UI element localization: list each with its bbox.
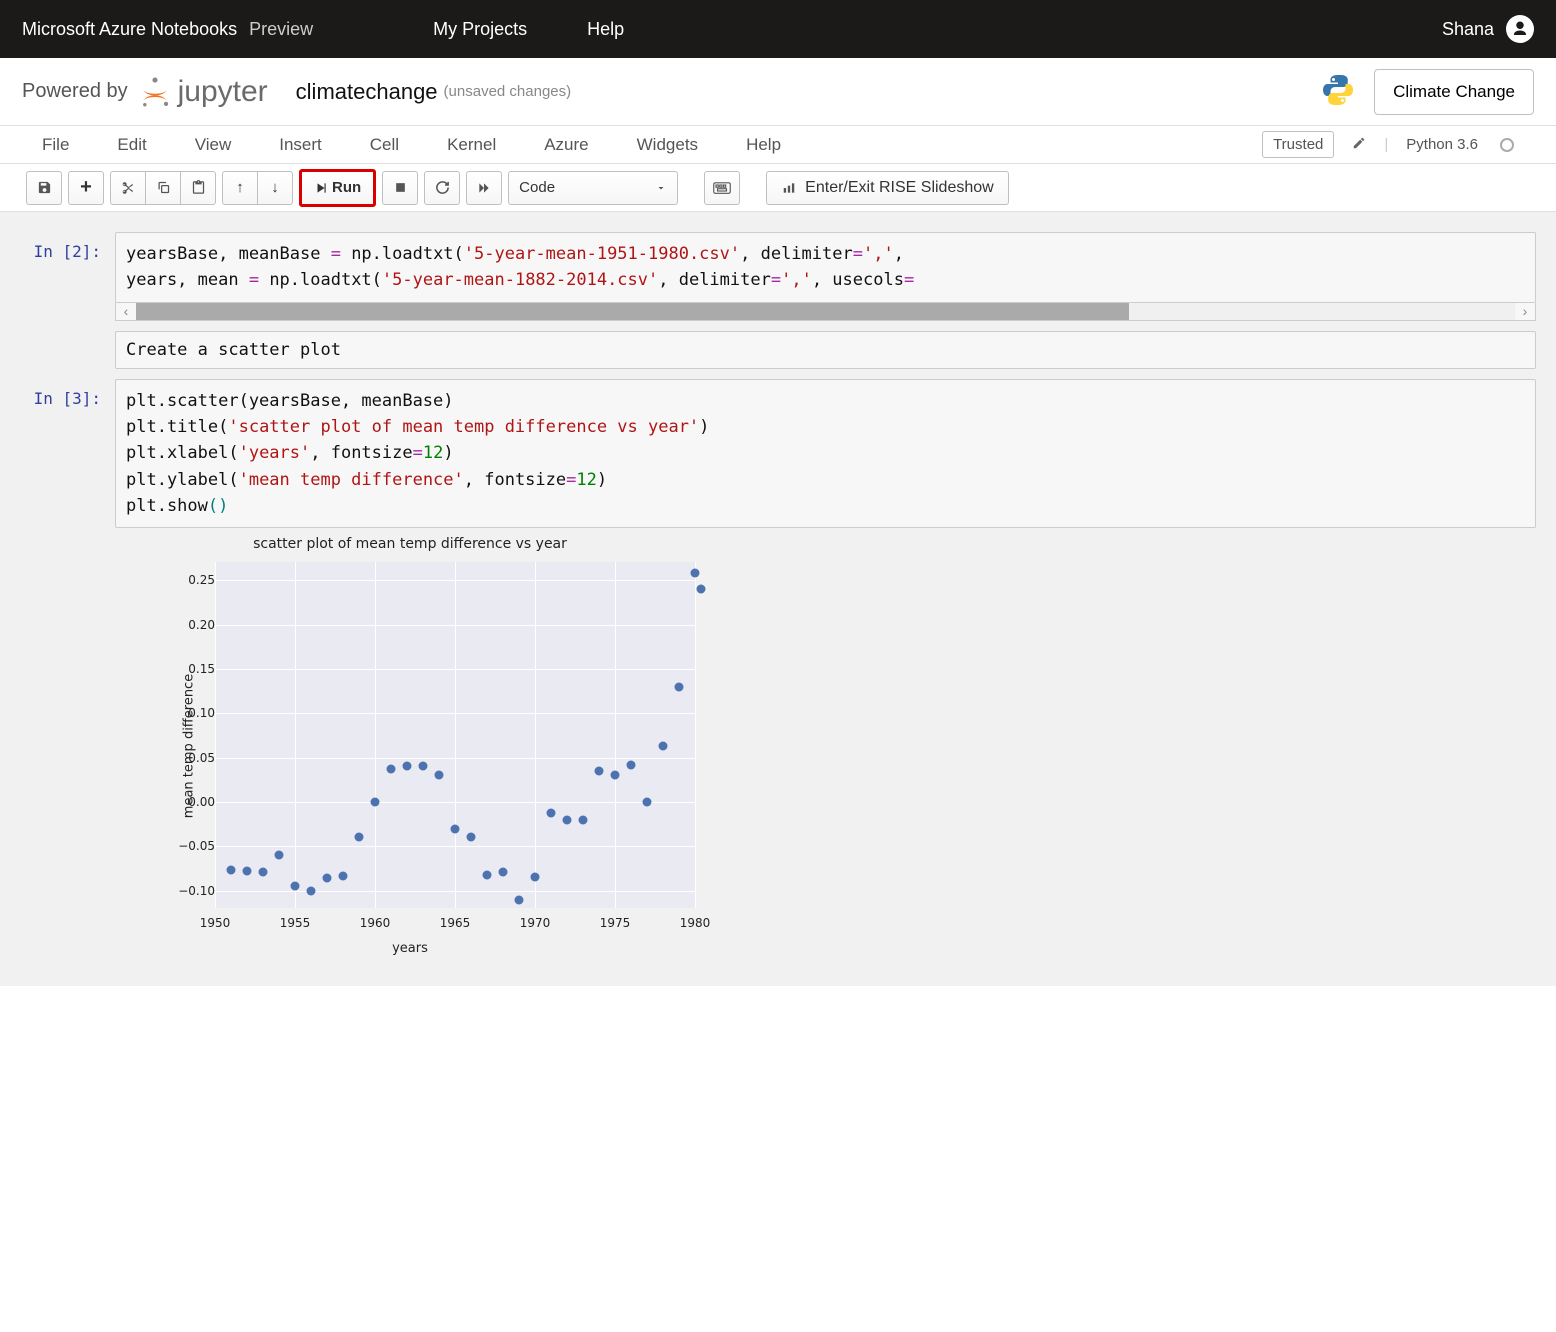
move-down-button[interactable]: ↓ xyxy=(257,171,293,205)
scatter-point xyxy=(371,797,380,806)
scatter-point xyxy=(595,766,604,775)
notebook-content: In [2]: yearsBase, meanBase = np.loadtxt… xyxy=(0,212,1556,986)
menu-file[interactable]: File xyxy=(42,135,69,155)
scatter-point xyxy=(697,585,706,594)
rise-slideshow-button[interactable]: Enter/Exit RISE Slideshow xyxy=(766,171,1009,205)
code-input[interactable]: plt.scatter(yearsBase, meanBase) plt.tit… xyxy=(115,379,1536,529)
chart-xlabel: years xyxy=(115,941,705,956)
scatter-point xyxy=(691,569,700,578)
cut-button[interactable] xyxy=(110,171,146,205)
scatter-point xyxy=(659,742,668,751)
powered-by-label: Powered by xyxy=(22,80,128,103)
scatter-point xyxy=(355,833,364,842)
code-cell[interactable]: In [2]: yearsBase, meanBase = np.loadtxt… xyxy=(20,232,1536,321)
unsaved-label: (unsaved changes) xyxy=(444,83,572,100)
restart-button[interactable] xyxy=(424,171,460,205)
scatter-point xyxy=(547,808,556,817)
scatter-point xyxy=(307,886,316,895)
scatter-point xyxy=(387,765,396,774)
scatter-point xyxy=(675,682,684,691)
scatter-point xyxy=(643,797,652,806)
code-cell[interactable]: In [3]: plt.scatter(yearsBase, meanBase)… xyxy=(20,379,1536,957)
scatter-point xyxy=(419,762,428,771)
avatar-icon[interactable] xyxy=(1506,15,1534,43)
scatter-point xyxy=(531,873,540,882)
trusted-badge[interactable]: Trusted xyxy=(1262,131,1334,158)
insert-below-button[interactable]: + xyxy=(68,171,104,205)
brand-title: Microsoft Azure Notebooks xyxy=(22,19,237,40)
copy-button[interactable] xyxy=(145,171,181,205)
interrupt-button[interactable] xyxy=(382,171,418,205)
plot-area xyxy=(215,562,695,908)
chart-title: scatter plot of mean temp difference vs … xyxy=(115,536,705,552)
menu-insert[interactable]: Insert xyxy=(279,135,322,155)
horizontal-scrollbar[interactable]: ‹ › xyxy=(115,303,1536,321)
command-palette-button[interactable] xyxy=(704,171,740,205)
scatter-point xyxy=(515,895,524,904)
scatter-point xyxy=(323,874,332,883)
scatter-point xyxy=(435,771,444,780)
menu-bar: File Edit View Insert Cell Kernel Azure … xyxy=(0,126,1556,164)
scatter-point xyxy=(611,771,620,780)
scatter-point xyxy=(243,867,252,876)
save-button[interactable] xyxy=(26,171,62,205)
nav-my-projects[interactable]: My Projects xyxy=(433,19,527,40)
notebook-name[interactable]: climatechange xyxy=(296,79,438,105)
scatter-point xyxy=(227,866,236,875)
menu-kernel[interactable]: Kernel xyxy=(447,135,496,155)
scatter-point xyxy=(563,815,572,824)
kernel-status-icon xyxy=(1500,138,1514,152)
menu-edit[interactable]: Edit xyxy=(117,135,146,155)
nav-help[interactable]: Help xyxy=(587,19,624,40)
scatter-point xyxy=(467,833,476,842)
scroll-right-icon[interactable]: › xyxy=(1515,303,1535,320)
jupyter-header: Powered by jupyter climatechange (unsave… xyxy=(0,58,1556,126)
scatter-point xyxy=(499,868,508,877)
input-prompt: In [3]: xyxy=(20,379,115,957)
move-up-button[interactable]: ↑ xyxy=(222,171,258,205)
markdown-cell[interactable]: Create a scatter plot xyxy=(20,331,1536,369)
scroll-thumb[interactable] xyxy=(136,303,1129,320)
scatter-point xyxy=(451,824,460,833)
scatter-point xyxy=(579,815,588,824)
input-prompt: In [2]: xyxy=(20,232,115,321)
scatter-point xyxy=(403,762,412,771)
python-icon xyxy=(1320,72,1356,111)
paste-button[interactable] xyxy=(180,171,216,205)
climate-change-button[interactable]: Climate Change xyxy=(1374,69,1534,115)
scroll-left-icon[interactable]: ‹ xyxy=(116,303,136,320)
menu-cell[interactable]: Cell xyxy=(370,135,399,155)
menu-widgets[interactable]: Widgets xyxy=(637,135,698,155)
run-button[interactable]: Run xyxy=(299,169,376,207)
azure-top-bar: Microsoft Azure Notebooks Preview My Pro… xyxy=(0,0,1556,58)
toolbar: + ↑ ↓ Run Code Enter/Exit RISE Slideshow xyxy=(0,164,1556,212)
restart-run-all-button[interactable] xyxy=(466,171,502,205)
scatter-point xyxy=(483,870,492,879)
scatter-point xyxy=(291,882,300,891)
user-name[interactable]: Shana xyxy=(1442,19,1494,40)
kernel-name[interactable]: Python 3.6 xyxy=(1406,136,1478,153)
scatter-point xyxy=(627,760,636,769)
scatter-point xyxy=(339,871,348,880)
code-input[interactable]: yearsBase, meanBase = np.loadtxt('5-year… xyxy=(115,232,1536,303)
menu-view[interactable]: View xyxy=(195,135,232,155)
markdown-input[interactable]: Create a scatter plot xyxy=(115,331,1536,369)
chart-output: scatter plot of mean temp difference vs … xyxy=(115,536,1536,956)
menu-azure[interactable]: Azure xyxy=(544,135,588,155)
cell-type-select[interactable]: Code xyxy=(508,171,678,205)
jupyter-logo[interactable]: jupyter xyxy=(138,75,268,109)
preview-label: Preview xyxy=(249,19,313,40)
edit-icon[interactable] xyxy=(1352,136,1366,154)
scatter-point xyxy=(275,851,284,860)
menu-help[interactable]: Help xyxy=(746,135,781,155)
scatter-point xyxy=(259,868,268,877)
